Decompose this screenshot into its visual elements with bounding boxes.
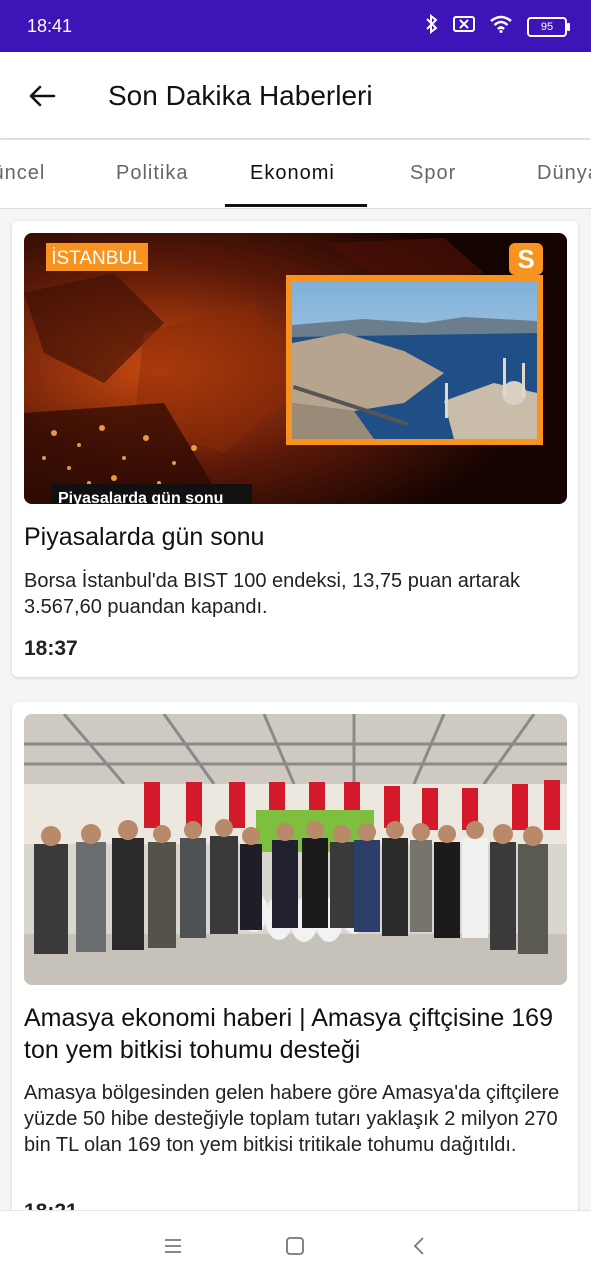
news-summary: Amasya bölgesinden gelen habere göre Ama… [24, 1082, 560, 1156]
tab-politika[interactable]: Politika [116, 162, 188, 185]
image-badge-text: İSTANBUL [51, 248, 143, 269]
app-bar: Son Dakika Haberleri [0, 52, 591, 138]
status-bar: 18:41 95 [0, 0, 591, 52]
menu-button[interactable] [153, 1231, 193, 1261]
tab-guncel[interactable]: Güncel [0, 162, 45, 185]
news-title: Amasya ekonomi haberi | Amasya çiftçisin… [24, 1004, 553, 1064]
page-title: Son Dakika Haberleri [108, 80, 373, 111]
news-image: İSTANBUL S Piyasalarda gün sonu [24, 233, 567, 504]
chevron-left-icon [413, 1237, 424, 1255]
news-card[interactable]: Amasya ekonomi haberi | Amasya çiftçisin… [12, 702, 578, 1222]
category-tabs: Güncel Politika Ekonomi Spor Dünya [0, 140, 591, 209]
back-nav-button[interactable] [399, 1231, 439, 1261]
no-sim-icon [453, 15, 475, 38]
tab-dunya[interactable]: Dünya [537, 162, 591, 185]
system-nav-bar [0, 1210, 591, 1281]
arrow-left-icon [29, 85, 56, 107]
brand-logo-text: S [517, 244, 534, 274]
image-caption-text: Piyasalarda gün sonu [58, 490, 223, 504]
tab-indicator [225, 204, 367, 207]
bluetooth-icon [425, 13, 439, 39]
menu-icon [165, 1239, 181, 1253]
news-time: 18:37 [24, 637, 78, 660]
news-summary: Borsa İstanbul'da BIST 100 endeksi, 13,7… [24, 570, 520, 618]
tab-spor[interactable]: Spor [410, 162, 456, 185]
status-time: 18:41 [27, 16, 73, 36]
news-image [24, 714, 567, 985]
battery-indicator: 95 [527, 16, 570, 37]
tab-ekonomi[interactable]: Ekonomi [250, 162, 335, 185]
back-button[interactable] [22, 76, 62, 116]
wifi-icon [489, 15, 513, 38]
home-button[interactable] [275, 1231, 315, 1261]
news-title: Piyasalarda gün sonu [24, 523, 265, 551]
square-icon [286, 1237, 304, 1255]
news-card[interactable]: İSTANBUL S Piyasalarda gün sonu Piyasala… [12, 221, 578, 677]
